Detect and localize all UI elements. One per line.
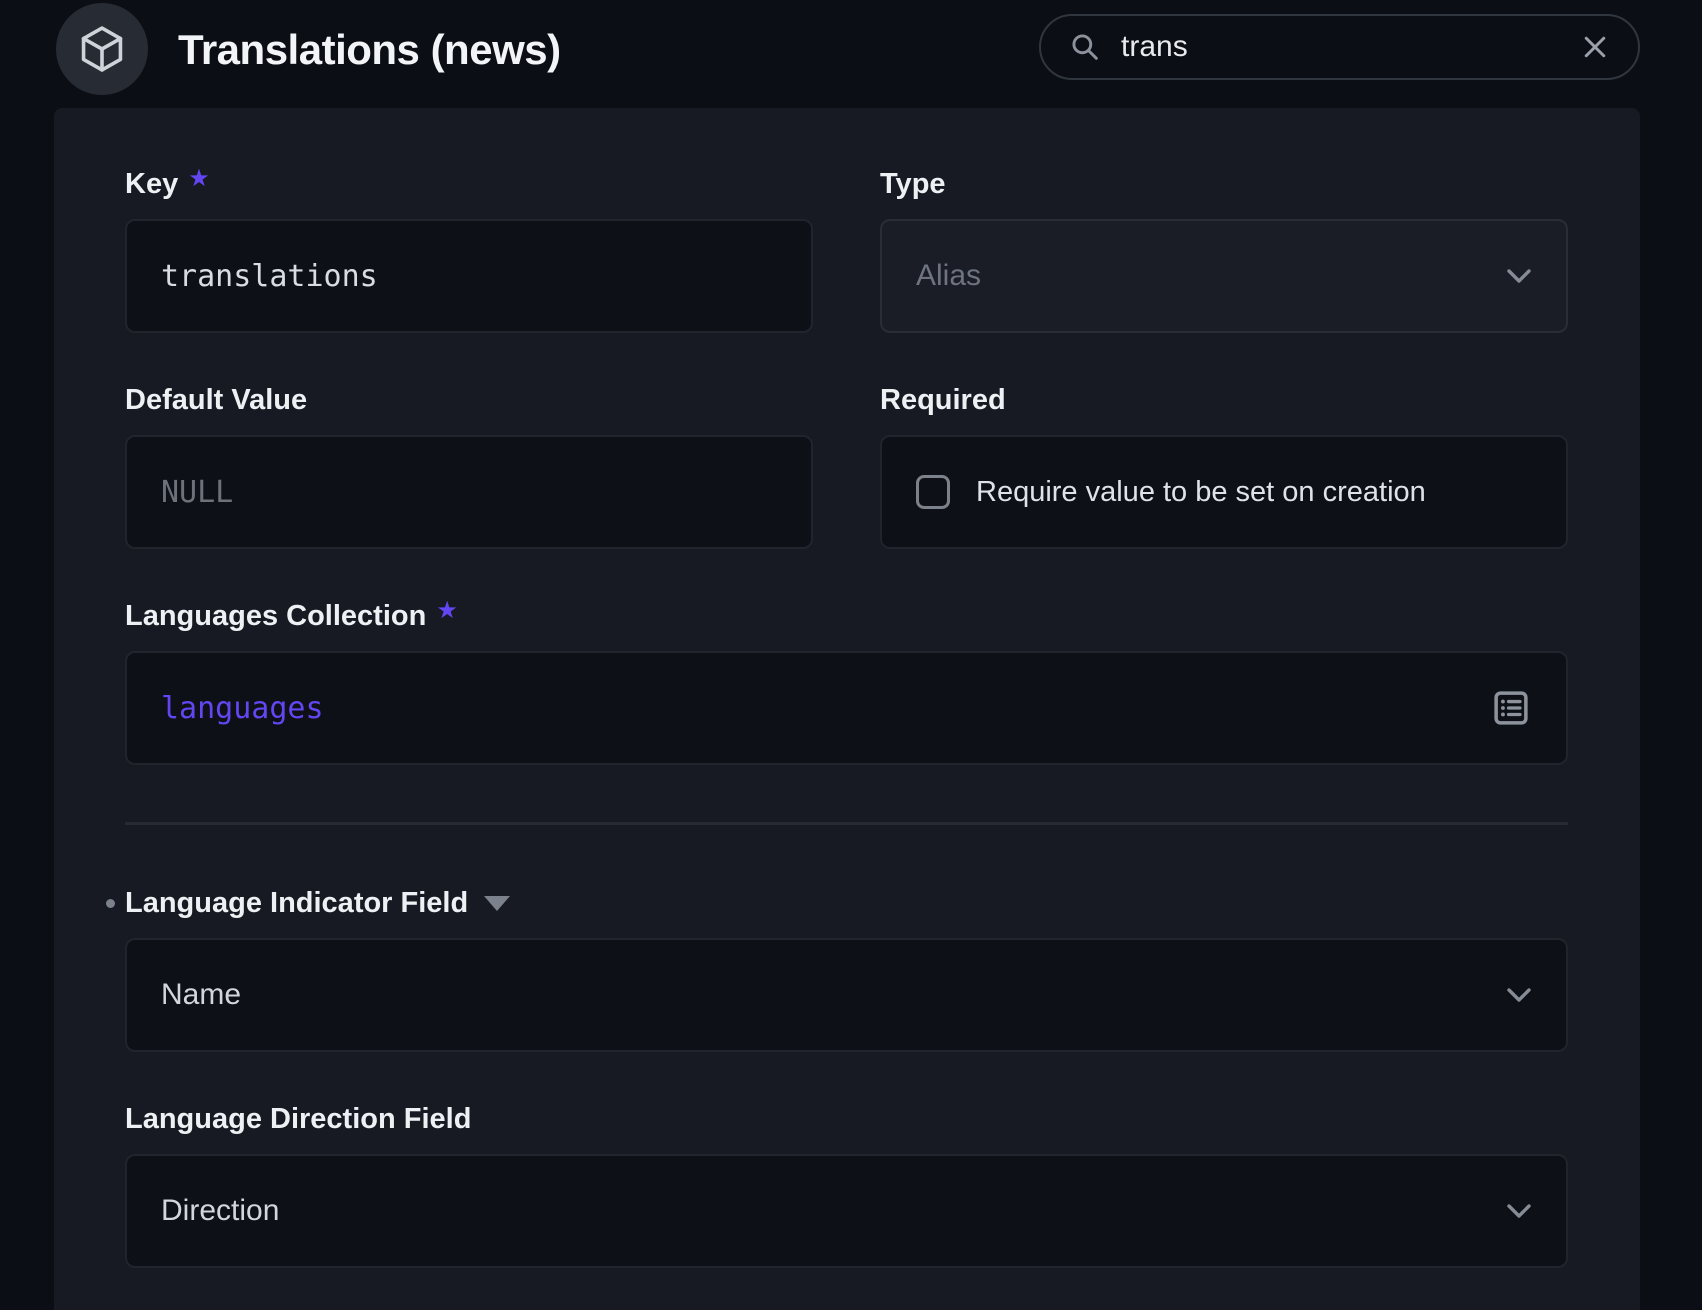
- required-label: Required: [880, 382, 1568, 418]
- required-checkbox-label: Require value to be set on creation: [976, 476, 1426, 509]
- languages-collection-field-group: Languages Collection ★ languages: [125, 598, 1568, 765]
- required-checkbox[interactable]: [916, 475, 950, 509]
- section-divider: [125, 822, 1568, 825]
- drawer-header: Translations (news) trans: [0, 0, 1702, 108]
- clear-search-icon[interactable]: [1580, 32, 1610, 62]
- chevron-down-icon: [1506, 987, 1532, 1003]
- default-value-placeholder: NULL: [161, 475, 233, 510]
- chevron-down-icon: [1506, 268, 1532, 284]
- key-label: Key ★: [125, 166, 813, 202]
- search-icon: [1069, 31, 1101, 63]
- required-checkbox-row[interactable]: Require value to be set on creation: [880, 435, 1568, 549]
- default-value-input[interactable]: NULL: [125, 435, 813, 549]
- caret-down-icon[interactable]: [484, 896, 510, 911]
- key-value: translations: [161, 259, 378, 294]
- list-alt-icon[interactable]: [1490, 687, 1532, 729]
- field-type-avatar: [56, 3, 148, 95]
- type-label: Type: [880, 166, 1568, 202]
- language-indicator-label[interactable]: Language Indicator Field: [125, 885, 1568, 921]
- cube-icon: [75, 22, 129, 76]
- languages-collection-label: Languages Collection ★: [125, 598, 1568, 634]
- field-detail-drawer: Translations (news) trans Key ★: [0, 0, 1702, 1310]
- languages-collection-value: languages: [161, 691, 324, 726]
- default-value-field-group: Default Value NULL: [125, 382, 813, 549]
- language-indicator-value: Name: [161, 978, 241, 1012]
- chevron-down-icon: [1506, 1203, 1532, 1219]
- required-field-group: Required Require value to be set on crea…: [880, 382, 1568, 549]
- page-title: Translations (news): [178, 0, 561, 100]
- languages-collection-input[interactable]: languages: [125, 651, 1568, 765]
- required-star-icon: ★: [436, 593, 458, 629]
- search-input[interactable]: trans: [1039, 14, 1640, 80]
- search-value[interactable]: trans: [1121, 30, 1560, 64]
- language-direction-label: Language Direction Field: [125, 1101, 1568, 1137]
- language-direction-value: Direction: [161, 1194, 279, 1228]
- language-direction-select[interactable]: Direction: [125, 1154, 1568, 1268]
- language-indicator-select[interactable]: Name: [125, 938, 1568, 1052]
- key-field-group: Key ★ translations: [125, 166, 813, 333]
- language-direction-field-group: Language Direction Field Direction: [125, 1101, 1568, 1268]
- key-input[interactable]: translations: [125, 219, 813, 333]
- edited-dot-icon: [106, 899, 115, 908]
- required-star-icon: ★: [188, 161, 210, 197]
- type-field-group: Type Alias: [880, 166, 1568, 333]
- type-value: Alias: [916, 259, 981, 293]
- type-select[interactable]: Alias: [880, 219, 1568, 333]
- default-value-label: Default Value: [125, 382, 813, 418]
- field-settings-panel: Key ★ translations Type Alias: [54, 108, 1640, 1310]
- language-indicator-field-group: Language Indicator Field Name: [125, 885, 1568, 1052]
